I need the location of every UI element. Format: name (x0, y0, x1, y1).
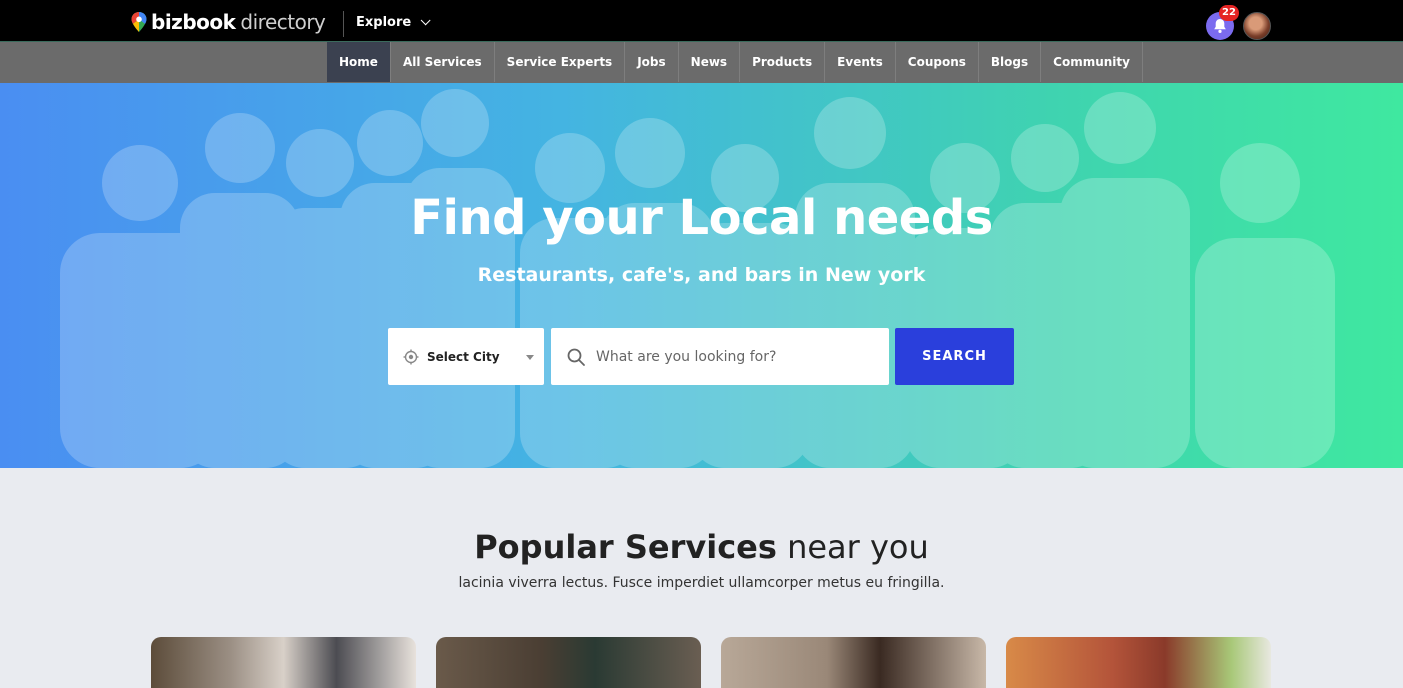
nav-item-products[interactable]: Products (740, 42, 826, 82)
hero-subtitle: Restaurants, cafe's, and bars in New yor… (477, 264, 926, 286)
divider (343, 11, 344, 37)
service-card-image[interactable] (721, 637, 986, 688)
nav-item-coupons[interactable]: Coupons (896, 42, 979, 82)
chevron-down-icon (420, 15, 431, 26)
section-title-light: near you (787, 528, 929, 566)
hero-title: Find your Local needs (410, 190, 993, 246)
service-card-image[interactable] (151, 637, 416, 688)
map-pin-icon (131, 12, 147, 32)
section-title: Popular Services near you (0, 528, 1403, 566)
nav-item-home[interactable]: Home (327, 42, 391, 82)
service-card-image[interactable] (436, 637, 701, 688)
city-select[interactable]: Select City (388, 328, 544, 385)
nav-item-community[interactable]: Community (1041, 42, 1143, 82)
search-icon (567, 348, 585, 366)
explore-menu[interactable]: Explore (356, 15, 431, 30)
top-bar: bizbook directory Explore 22 (0, 0, 1403, 42)
nav-item-jobs[interactable]: Jobs (625, 42, 679, 82)
nav-item-service-experts[interactable]: Service Experts (495, 42, 626, 82)
brand-suffix: directory (240, 10, 326, 34)
explore-label: Explore (356, 15, 412, 30)
user-avatar[interactable] (1243, 12, 1271, 40)
main-nav: Home All Services Service Experts Jobs N… (0, 42, 1403, 83)
section-title-bold: Popular Services (474, 528, 777, 566)
section-subtitle: lacinia viverra lectus. Fusce imperdiet … (458, 575, 945, 591)
brand-name: bizbook (151, 10, 236, 34)
caret-down-icon (526, 355, 534, 360)
notification-count-badge: 22 (1219, 5, 1239, 21)
nav-item-blogs[interactable]: Blogs (979, 42, 1042, 82)
logo[interactable]: bizbook directory (130, 10, 326, 34)
service-card-image[interactable] (1006, 637, 1271, 688)
search-input[interactable] (596, 348, 876, 365)
nav-item-events[interactable]: Events (825, 42, 896, 82)
search-button[interactable]: SEARCH (895, 328, 1014, 385)
search-box (551, 328, 889, 385)
location-target-icon (403, 349, 419, 364)
nav-item-all-services[interactable]: All Services (391, 42, 495, 82)
city-select-label: Select City (427, 349, 500, 364)
hero-banner: Find your Local needs Restaurants, cafe'… (0, 83, 1403, 468)
nav-item-news[interactable]: News (679, 42, 741, 82)
